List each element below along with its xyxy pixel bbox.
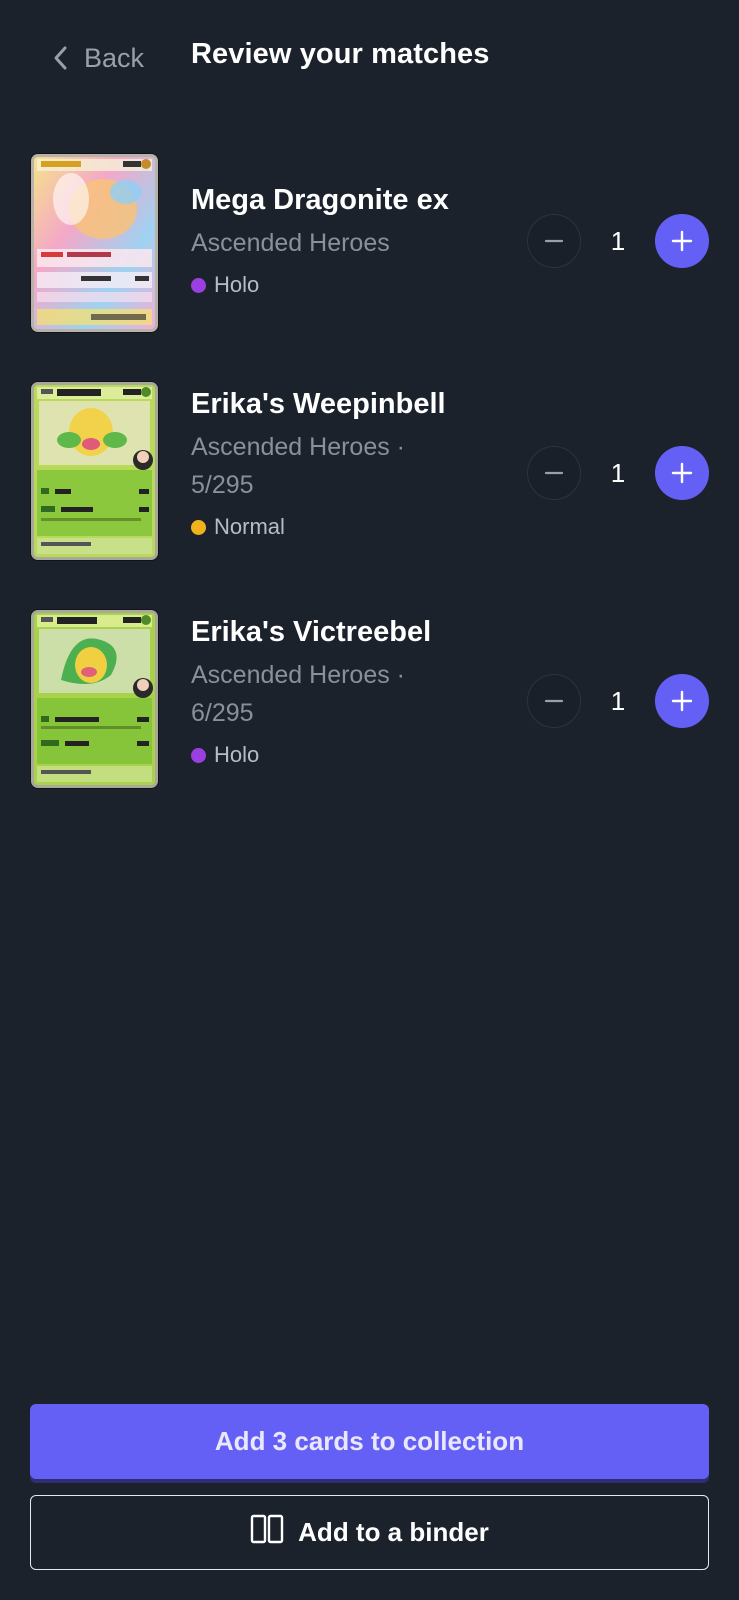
quantity-stepper: 1 <box>527 214 709 268</box>
add-to-binder-label: Add to a binder <box>298 1517 489 1547</box>
finish-label: Holo <box>214 742 260 767</box>
card-set-info: Ascended Heroes · 6/295 <box>191 661 406 727</box>
finish-badge: Holo <box>191 272 259 298</box>
increase-quantity-button[interactable] <box>655 214 709 268</box>
quantity-stepper: 1 <box>527 446 709 500</box>
finish-label: Normal <box>214 514 285 539</box>
quantity-stepper: 1 <box>527 674 709 728</box>
decrease-quantity-button[interactable] <box>527 446 581 500</box>
card-thumbnail[interactable] <box>31 610 158 788</box>
increase-quantity-button[interactable] <box>655 674 709 728</box>
add-to-collection-button[interactable]: Add 3 cards to collection <box>30 1404 709 1479</box>
finish-dot-icon <box>191 519 206 535</box>
card-match-row: Mega Dragonite ex Ascended Heroes Holo 1 <box>0 154 739 334</box>
card-thumbnail[interactable] <box>31 382 158 560</box>
add-to-binder-button[interactable]: Add to a binder <box>30 1495 709 1570</box>
finish-dot-icon <box>191 277 206 293</box>
page-title: Review your matches <box>191 38 490 70</box>
add-to-collection-label: Add 3 cards to collection <box>214 1426 525 1456</box>
card-name: Mega Dragonite ex <box>191 184 449 216</box>
card-match-row: Erika's Weepinbell Ascended Heroes · 5/2… <box>0 382 739 562</box>
binder-icon <box>250 1514 284 1551</box>
card-name: Erika's Victreebel <box>191 616 432 648</box>
card-name: Erika's Weepinbell <box>191 388 446 420</box>
card-thumbnail[interactable] <box>31 154 158 332</box>
mega-dragonite-card-art <box>31 154 158 332</box>
minus-icon <box>544 471 564 475</box>
finish-badge: Holo <box>191 742 259 768</box>
minus-icon <box>544 239 564 243</box>
quantity-value: 1 <box>610 686 626 716</box>
finish-label: Holo <box>214 272 260 297</box>
victreebel-card-art <box>31 610 158 788</box>
header-bar: Back Review your matches <box>0 0 739 115</box>
finish-badge: Normal <box>191 514 285 540</box>
back-button[interactable]: Back <box>52 36 144 80</box>
minus-icon <box>544 699 564 703</box>
card-set-info: Ascended Heroes <box>191 229 390 257</box>
back-label: Back <box>84 42 145 73</box>
decrease-quantity-button[interactable] <box>527 674 581 728</box>
card-match-row: Erika's Victreebel Ascended Heroes · 6/2… <box>0 610 739 790</box>
decrease-quantity-button[interactable] <box>527 214 581 268</box>
finish-dot-icon <box>191 747 206 763</box>
plus-icon <box>671 462 693 484</box>
plus-icon <box>671 690 693 712</box>
chevron-left-icon <box>52 45 70 71</box>
card-set-info: Ascended Heroes · 5/295 <box>191 433 406 499</box>
quantity-value: 1 <box>610 226 626 256</box>
weepinbell-card-art <box>31 382 158 560</box>
plus-icon <box>671 230 693 252</box>
increase-quantity-button[interactable] <box>655 446 709 500</box>
quantity-value: 1 <box>610 458 626 488</box>
